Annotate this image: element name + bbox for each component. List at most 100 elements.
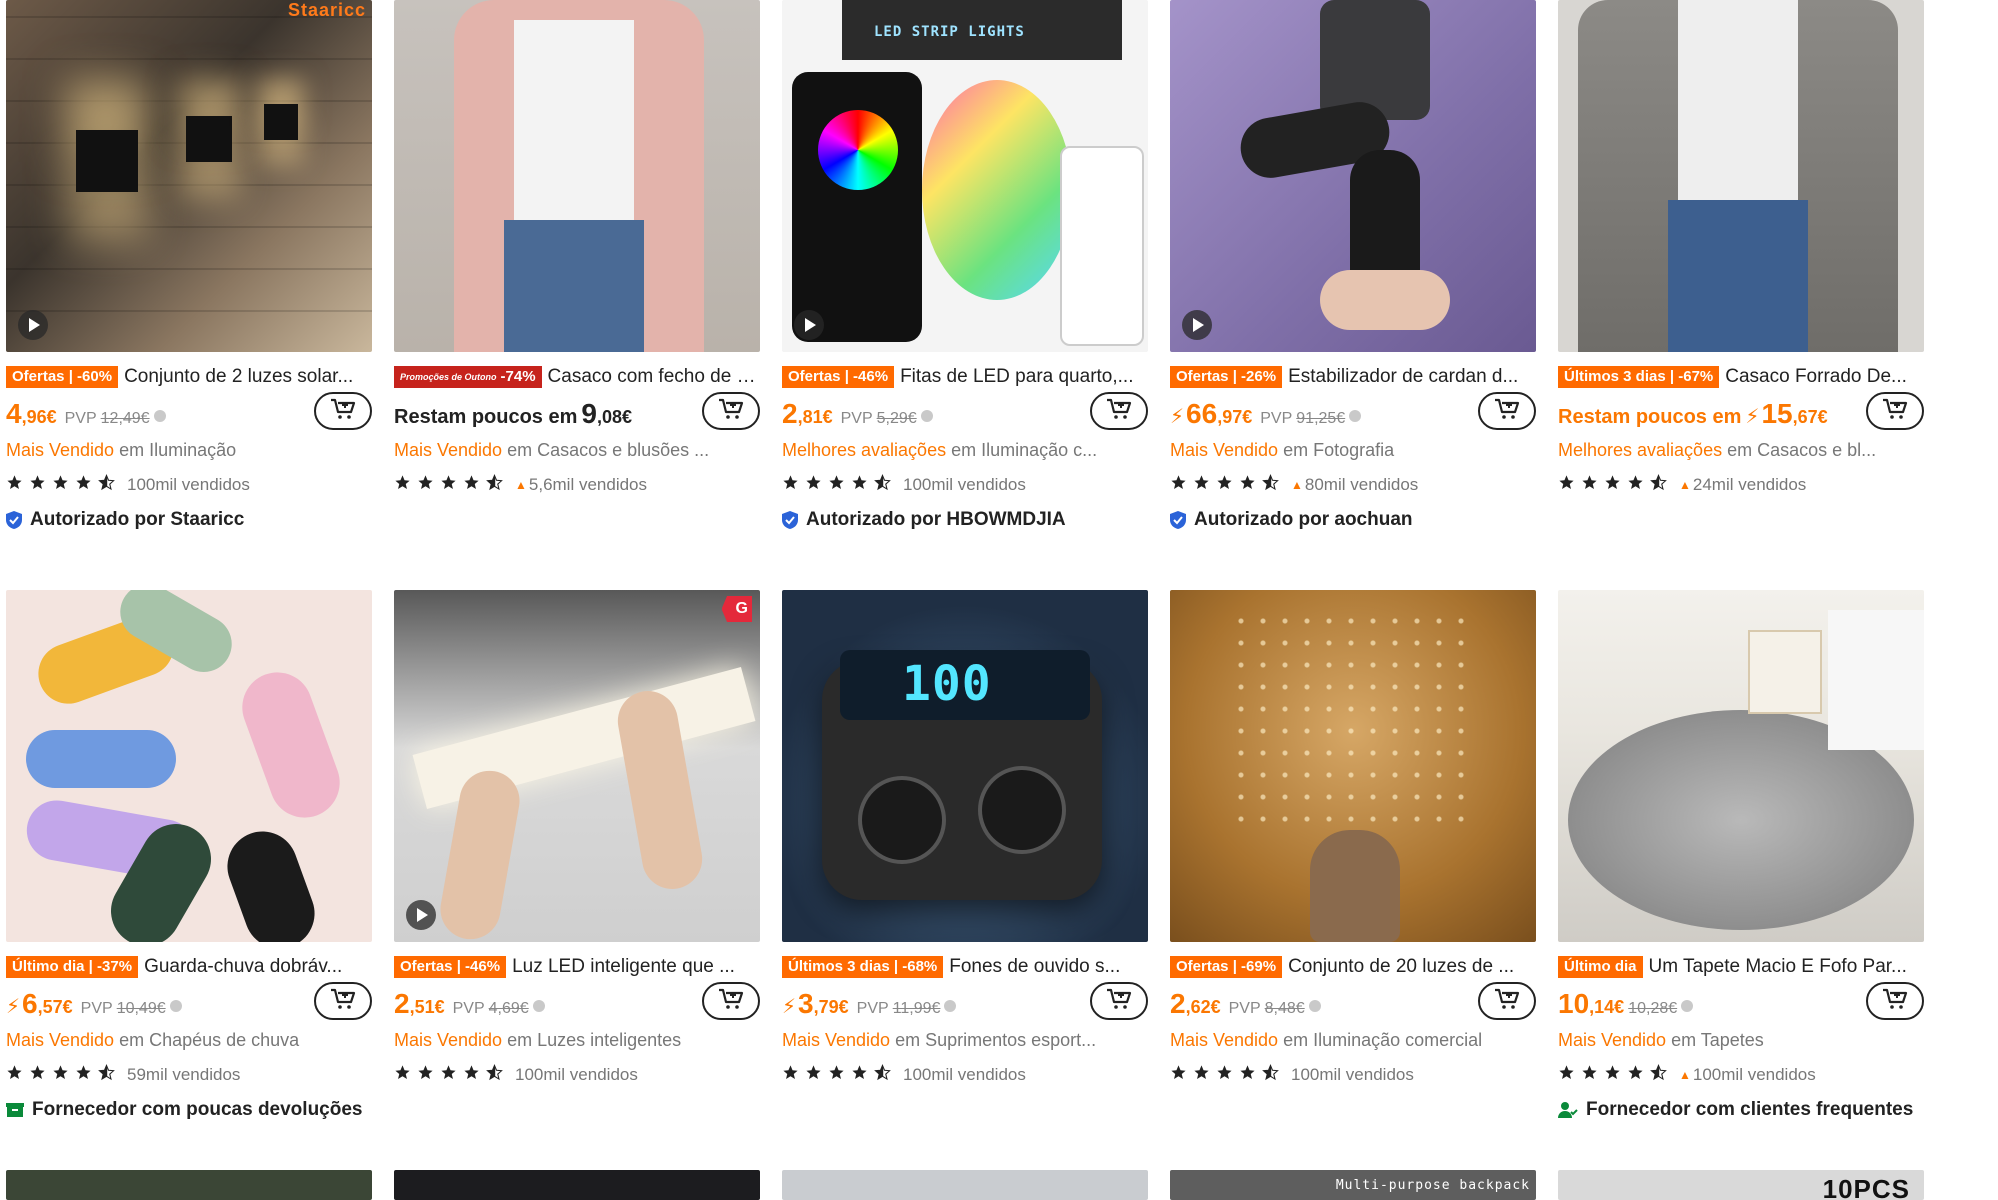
title-row[interactable]: Últimos 3 dias | -67% Casaco Forrado De..… [1558,364,1924,390]
star-full-icon [1558,474,1581,496]
product-card-partial[interactable] [6,1170,372,1200]
product-card[interactable]: Último dia | -37% Guarda-chuva dobráv... ⚡… [6,590,372,1122]
title-row[interactable]: Último dia | -37% Guarda-chuva dobráv... [6,954,372,980]
title-row[interactable]: Ofertas | -46% Luz LED inteligente que ..… [394,954,760,980]
info-icon[interactable] [1308,1000,1321,1012]
price-integer: 66 [1186,398,1218,429]
title-row[interactable]: Ofertas | -69% Conjunto de 20 luzes de ..… [1170,954,1536,980]
seller-row[interactable]: Fornecedor com clientes frequentes [1558,1098,1924,1122]
product-image[interactable] [394,0,760,352]
product-title[interactable]: Conjunto de 20 luzes de ... [1288,956,1514,978]
product-image[interactable]: 10PCS [1558,1170,1924,1200]
video-play-icon[interactable] [794,310,824,340]
ranking-row[interactable]: Mais Vendido em Luzes inteligentes [394,1030,760,1054]
product-image[interactable] [1170,590,1536,942]
cart-plus-icon [1494,398,1520,425]
product-title[interactable]: Um Tapete Macio E Fofo Par... [1649,956,1907,978]
add-to-cart-button[interactable] [702,982,760,1020]
product-image[interactable]: LED STRIP LIGHTS [782,0,1148,352]
product-image[interactable] [6,590,372,942]
ranking-row[interactable]: Mais Vendido em Suprimentos esport... [782,1030,1148,1054]
star-full-icon [463,474,486,496]
product-image[interactable] [6,1170,372,1200]
ranking-row[interactable]: Mais Vendido em Fotografia [1170,440,1536,464]
video-play-icon[interactable] [18,310,48,340]
ranking-row[interactable]: Melhores avaliações em Casacos e bl... [1558,440,1924,464]
title-row[interactable]: Promoções de Outono -74% Casaco com fecho … [394,364,760,390]
ranking-row[interactable]: Melhores avaliações em Iluminação c... [782,440,1148,464]
product-title[interactable]: Fones de ouvido s... [949,956,1120,978]
add-to-cart-button[interactable] [314,982,372,1020]
image-overlay-text: 10PCS [1822,1174,1910,1200]
product-title[interactable]: Luz LED inteligente que ... [512,956,735,978]
ranking-row[interactable]: Mais Vendido em Iluminação [6,440,372,464]
title-row[interactable]: Ofertas | -46% Fitas de LED para quarto,.… [782,364,1148,390]
product-image[interactable]: 100 [782,590,1148,942]
product-image[interactable]: Multi-purpose backpack [1170,1170,1536,1200]
ranking-row[interactable]: Mais Vendido em Tapetes [1558,1030,1924,1054]
ranking-row[interactable]: Mais Vendido em Chapéus de chuva [6,1030,372,1054]
info-icon[interactable] [153,410,166,422]
product-title[interactable]: Fitas de LED para quarto,... [900,366,1133,388]
product-card[interactable]: 100 Últimos 3 dias | -68% Fones de ouvido… [782,590,1148,1086]
product-card[interactable]: Staaricc Ofertas | -60% Conjunto de 2 luz… [6,0,372,532]
product-card[interactable]: Promoções de Outono -74% Casaco com fecho … [394,0,760,496]
seller-row[interactable]: Autorizado por aochuan [1170,508,1536,532]
add-to-cart-button[interactable] [702,392,760,430]
original-price: 4,69€ [488,1000,529,1017]
add-to-cart-button[interactable] [1478,392,1536,430]
add-to-cart-button[interactable] [1478,982,1536,1020]
product-card[interactable]: Último dia Um Tapete Macio E Fofo Par... 1… [1558,590,1924,1122]
video-play-icon[interactable] [1182,310,1212,340]
product-image[interactable] [1558,0,1924,352]
product-card[interactable]: Ofertas | -69% Conjunto de 20 luzes de ..… [1170,590,1536,1086]
info-icon[interactable] [169,1000,182,1012]
add-to-cart-button[interactable] [314,392,372,430]
product-card[interactable]: LED STRIP LIGHTS Ofertas | -46% Fitas de … [782,0,1148,532]
current-price: 2,51€ [394,988,445,1020]
add-to-cart-button[interactable] [1866,982,1924,1020]
page-scrollbar[interactable] [1984,0,1998,1200]
info-icon[interactable] [1349,410,1362,422]
product-image[interactable] [782,1170,1148,1200]
product-title[interactable]: Conjunto de 2 luzes solar... [124,366,353,388]
title-row[interactable]: Último dia Um Tapete Macio E Fofo Par... [1558,954,1924,980]
product-card-partial[interactable]: 10PCS [1558,1170,1924,1200]
product-title[interactable]: Casaco Forrado De... [1725,366,1907,388]
sold-count: 24mil vendidos [1692,475,1807,494]
product-card[interactable]: Últimos 3 dias | -67% Casaco Forrado De..… [1558,0,1924,496]
rating-row: 100mil vendidos [394,1064,760,1086]
info-icon[interactable] [920,410,933,422]
product-title[interactable]: Casaco com fecho de c... [548,366,760,388]
seller-row[interactable]: Autorizado por Staaricc [6,508,372,532]
info-icon[interactable] [1681,1000,1694,1012]
add-to-cart-button[interactable] [1090,392,1148,430]
product-image[interactable] [394,1170,760,1200]
product-image[interactable] [1558,590,1924,942]
product-card-partial[interactable] [782,1170,1148,1200]
product-title[interactable]: Guarda-chuva dobráv... [144,956,342,978]
add-to-cart-button[interactable] [1866,392,1924,430]
ranking-row[interactable]: Mais Vendido em Iluminação comercial [1170,1030,1536,1054]
video-play-icon[interactable] [406,900,436,930]
product-card-partial[interactable] [394,1170,760,1200]
add-to-cart-button[interactable] [1090,982,1148,1020]
title-row[interactable]: Ofertas | -26% Estabilizador de cardan d.… [1170,364,1536,390]
title-row[interactable]: Últimos 3 dias | -68% Fones de ouvido s..… [782,954,1148,980]
product-card[interactable]: G Ofertas | -46% Luz LED inteligente que … [394,590,760,1086]
product-image[interactable]: G [394,590,760,942]
title-row[interactable]: Ofertas | -60% Conjunto de 2 luzes solar.… [6,364,372,390]
ranking-row[interactable]: Mais Vendido em Casacos e blusões ... [394,440,760,464]
seller-row[interactable]: Fornecedor com poucas devoluções [6,1098,372,1122]
product-card[interactable]: Ofertas | -26% Estabilizador de cardan d.… [1170,0,1536,532]
seller-row[interactable]: Autorizado por HBOWMDJIA [782,508,1148,532]
product-title[interactable]: Estabilizador de cardan d... [1288,366,1518,388]
ranking-category: em Casacos e bl... [1722,440,1877,460]
flame-icon: ▲ [1679,1068,1691,1082]
promo-badge: Promoções de Outono -74% [394,366,542,388]
product-image[interactable]: Staaricc [6,0,372,352]
product-image[interactable] [1170,0,1536,352]
info-icon[interactable] [532,1000,545,1012]
info-icon[interactable] [944,1000,957,1012]
product-card-partial[interactable]: Multi-purpose backpack [1170,1170,1536,1200]
